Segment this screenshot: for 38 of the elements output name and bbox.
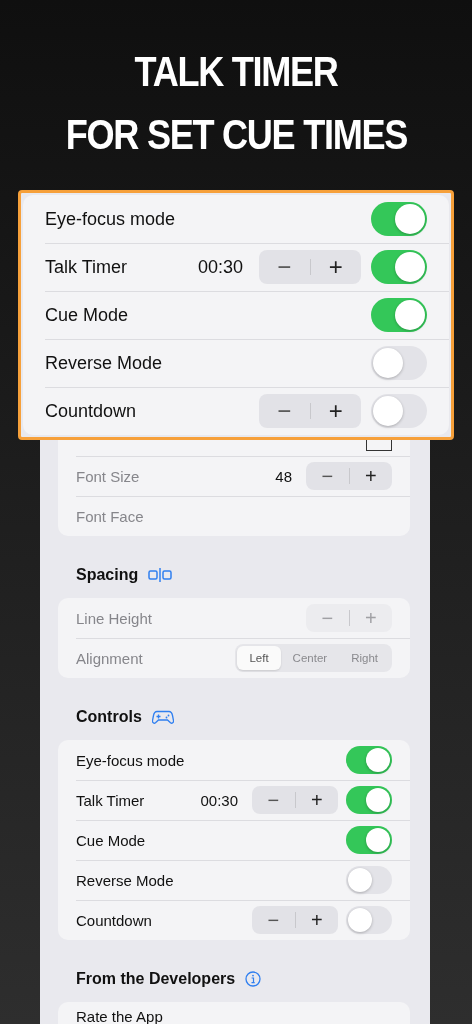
setting-value: 00:30 [197, 256, 243, 278]
decrement-button[interactable]: − [259, 250, 310, 284]
section-title: Controls [76, 708, 142, 726]
increment-button[interactable]: + [295, 786, 338, 814]
increment-button[interactable]: + [310, 394, 361, 428]
segment-option[interactable]: Left [237, 646, 281, 670]
setting-label: Font Size [76, 467, 140, 485]
headline: TALK TIMER [134, 47, 338, 97]
setting-label: Alignment [76, 649, 143, 667]
increment-button[interactable]: + [295, 906, 338, 934]
setting-label: Line Height [76, 609, 152, 627]
decrement-button[interactable]: − [259, 394, 310, 428]
decrement-button[interactable]: − [306, 462, 349, 490]
setting-label: Talk Timer [45, 256, 127, 278]
setting-value: 48 [275, 467, 292, 485]
stepper[interactable]: − + [259, 250, 361, 284]
setting-label: Countdown [45, 400, 137, 422]
stepper[interactable]: − + [259, 394, 361, 428]
decrement-button[interactable]: − [252, 786, 295, 814]
setting-label: Cue Mode [76, 831, 146, 849]
stepper[interactable]: − + [252, 906, 338, 934]
setting-label: Cue Mode [45, 304, 129, 326]
setting-label: Countdown [76, 911, 152, 929]
stepper[interactable]: − + [252, 786, 338, 814]
setting-label: Font Face [76, 507, 144, 525]
increment-button[interactable]: + [310, 250, 361, 284]
setting-label: Reverse Mode [76, 871, 174, 889]
setting-label: Eye-focus mode [45, 208, 176, 230]
increment-button[interactable]: + [349, 462, 392, 490]
section-title: From the Developers [76, 970, 236, 988]
setting-label: Reverse Mode [45, 352, 163, 374]
section-title: Spacing [76, 566, 139, 584]
setting-label: Eye-focus mode [76, 751, 185, 769]
setting-label: Talk Timer [76, 791, 145, 809]
setting-value: 00:30 [200, 791, 238, 809]
stepper[interactable]: − + [306, 462, 392, 490]
headline: FOR SET CUE TIMES [65, 110, 407, 160]
decrement-button[interactable]: − [252, 906, 295, 934]
